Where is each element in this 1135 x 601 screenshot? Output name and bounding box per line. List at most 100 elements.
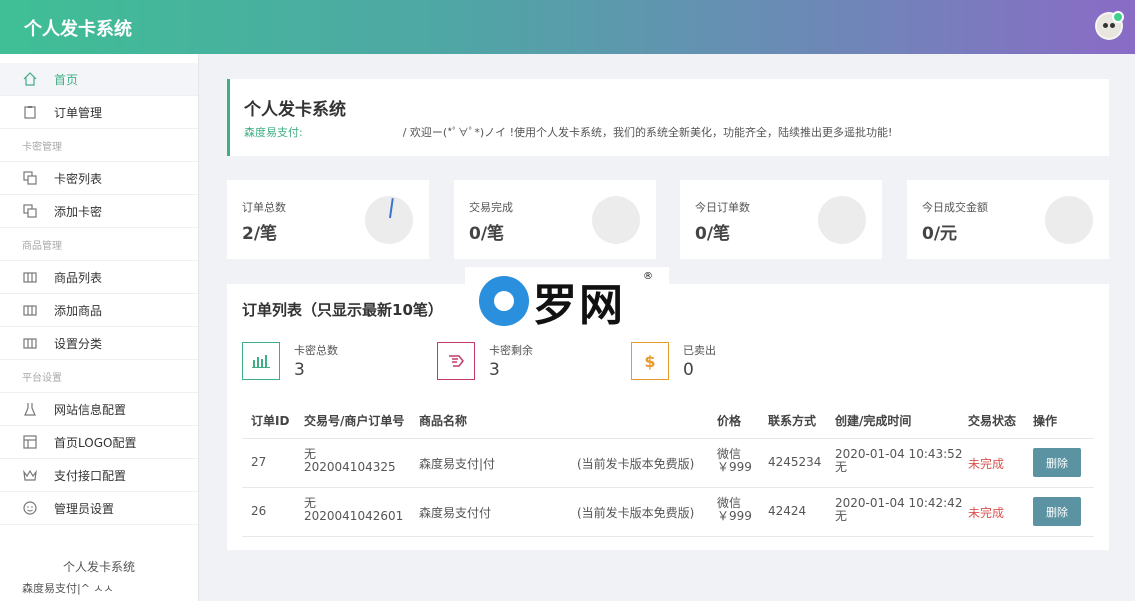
delete-button[interactable]: 删除 (1033, 448, 1081, 477)
sidebar-footer-subtitle: 森度易支付|^ ㅅㅅ (22, 582, 114, 595)
hand-icon (437, 342, 475, 380)
status-badge: 未完成 (968, 457, 1005, 471)
sidebar-nav: 首页订单管理 卡密管理卡密列表添加卡密商品管理商品列表添加商品设置分类平台设置网站… (0, 54, 198, 525)
sidebar: 首页订单管理 卡密管理卡密列表添加卡密商品管理商品列表添加商品设置分类平台设置网站… (0, 54, 199, 601)
stat-label: 交易完成 (469, 201, 513, 214)
sidebar-footer-title: 个人发卡系统 (62, 560, 135, 574)
bar-chart-icon (242, 342, 280, 380)
copy-icon (22, 203, 38, 219)
table-row: 27 无 202004104325 森度易支付|付 (当前发卡版本免费版) 微信 ￥… (242, 438, 1094, 488)
watermark-logo: 罗网 ® (465, 267, 669, 333)
sidebar-item[interactable]: 添加商品 (0, 294, 198, 327)
mini-stat-label: 卡密总数 (294, 344, 338, 357)
sidebar-item-label: 卡密列表 (54, 171, 103, 186)
avatar-eye (1103, 23, 1108, 28)
sidebar-item-label: 首页 (54, 72, 79, 87)
sidebar-item[interactable]: 支付接口配置 (0, 459, 198, 492)
copy-icon (22, 170, 38, 186)
timestamps: 2020-01-04 10:42:42 无 (835, 497, 962, 523)
sidebar-item[interactable]: 管理员设置 (0, 492, 198, 525)
orders-table-header: 订单ID 交易号/商户订单号 商品名称 价格 联系方式 创建/完成时间 交易状态… (242, 402, 1094, 439)
column-header: 交易状态 (968, 414, 1017, 428)
merchant-order-no: 202004104325 (304, 460, 396, 474)
finished-time: 无 (835, 460, 848, 474)
stat-value: 0/笔 (695, 224, 731, 244)
mini-stat-label: 已卖出 (683, 344, 716, 357)
status-badge: 未完成 (968, 506, 1005, 520)
flask-icon (22, 401, 38, 417)
created-time: 2020-01-04 10:42:42 (835, 496, 963, 510)
stat-card-today-amount: 今日成交金额 0/元 (907, 180, 1109, 259)
avatar[interactable] (1095, 11, 1124, 40)
column-header: 创建/完成时间 (835, 414, 912, 428)
delete-button[interactable]: 删除 (1033, 497, 1081, 526)
order-id: 27 (251, 455, 267, 469)
clipboard-icon (22, 104, 38, 120)
welcome-brand: 森度易支付: (244, 126, 303, 139)
mini-stat-value: 3 (489, 360, 500, 380)
stat-card-completed: 交易完成 0/笔 (454, 180, 656, 259)
welcome-message: / 欢迎ー(*ﾟ∀ﾟ*)ノイ !使用个人发卡系统，我们的系统全新美化，功能齐全，… (402, 126, 893, 139)
stat-label: 今日订单数 (695, 201, 750, 214)
trade-no: 无 (304, 447, 317, 461)
orders-title: 订单列表（只显示最新10笔） (242, 301, 443, 319)
smile-icon (22, 500, 38, 516)
price-value: ￥999 (717, 460, 752, 474)
product-note: (当前发卡版本免费版) (577, 506, 695, 520)
table-row: 26 无 2020041042601 森度易支付付 (当前发卡版本免费版) 微信 ￥… (242, 487, 1094, 537)
created-time: 2020-01-04 10:43:52 (835, 447, 963, 461)
column-header: 操作 (1033, 414, 1058, 428)
sidebar-item-label: 网站信息配置 (54, 402, 127, 417)
stat-label: 订单总数 (242, 201, 286, 214)
top-bar: 个人发卡系统 (0, 0, 1135, 54)
product-name: 森度易支付|付 (419, 457, 496, 471)
pay-method: 微信 (717, 447, 742, 461)
sidebar-item[interactable]: 网站信息配置 (0, 393, 198, 426)
welcome-subtitle: 森度易支付: / 欢迎ー(*ﾟ∀ﾟ*)ノイ !使用个人发卡系统，我们的系统全新美化… (244, 124, 892, 140)
sidebar-item-label: 添加卡密 (54, 204, 103, 219)
contact: 42424 (768, 504, 807, 518)
online-status-dot (1112, 11, 1124, 23)
book-icon (22, 269, 38, 285)
sidebar-group-label: 商品管理 (0, 228, 198, 261)
sidebar-item[interactable]: 商品列表 (0, 261, 198, 294)
trade-number: 无 202004104325 (304, 448, 396, 474)
sidebar-item[interactable]: 添加卡密 (0, 195, 198, 228)
sidebar-item[interactable]: 首页 (0, 63, 198, 96)
sidebar-item-label: 商品列表 (54, 270, 103, 285)
sidebar-item-label: 首页LOGO配置 (54, 435, 137, 450)
merchant-order-no: 2020041042601 (304, 509, 404, 523)
sidebar-item[interactable]: 订单管理 (0, 96, 198, 129)
sidebar-item[interactable]: 卡密列表 (0, 162, 198, 195)
order-id: 26 (251, 504, 267, 518)
pay-method: 微信 (717, 496, 742, 510)
stat-value: 2/笔 (242, 224, 278, 244)
sidebar-item[interactable]: 设置分类 (0, 327, 198, 360)
contact: 4245234 (768, 455, 822, 469)
pie-chart-icon (818, 196, 866, 244)
sidebar-item-label: 设置分类 (54, 336, 103, 351)
avatar-eye (1110, 23, 1115, 28)
stat-value: 0/元 (922, 224, 958, 244)
watermark-text: 罗网 (533, 280, 625, 331)
watermark-emblem-icon (479, 276, 529, 326)
finished-time: 无 (835, 509, 848, 523)
sidebar-item[interactable]: 首页LOGO配置 (0, 426, 198, 459)
trade-no: 无 (304, 496, 317, 510)
column-header: 商品名称 (419, 414, 468, 428)
sidebar-group-label: 卡密管理 (0, 129, 198, 162)
welcome-card: 个人发卡系统 森度易支付: / 欢迎ー(*ﾟ∀ﾟ*)ノイ !使用个人发卡系统，我们… (227, 79, 1109, 156)
mini-stat-label: 卡密剩余 (489, 344, 533, 357)
pie-chart-icon (365, 196, 413, 244)
column-header: 订单ID (251, 414, 290, 428)
home-icon (22, 71, 38, 87)
column-header: 联系方式 (768, 414, 817, 428)
book-icon (22, 302, 38, 318)
mini-stat-value: 0 (683, 360, 694, 380)
stat-card-orders-total: 订单总数 2/笔 (227, 180, 429, 259)
sidebar-group-label: 平台设置 (0, 360, 198, 393)
column-header: 交易号/商户订单号 (304, 414, 405, 428)
welcome-title: 个人发卡系统 (244, 100, 346, 120)
price-value: ￥999 (717, 509, 752, 523)
sidebar-item-label: 管理员设置 (54, 501, 115, 516)
